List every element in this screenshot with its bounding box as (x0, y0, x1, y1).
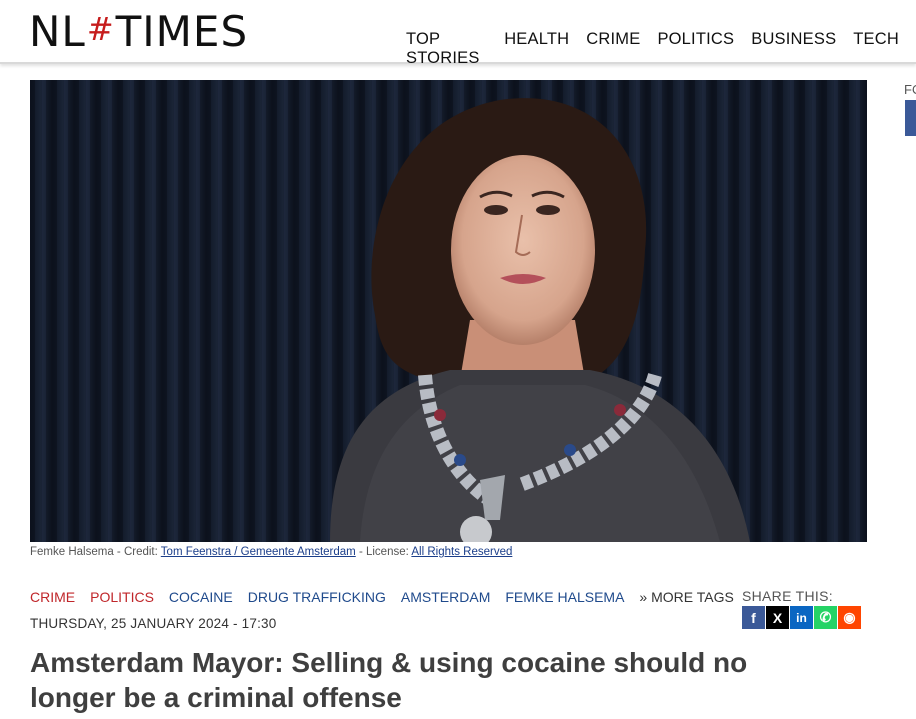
nav-top-stories[interactable]: TOP STORIES (406, 30, 487, 68)
share-label: SHARE THIS: (742, 588, 833, 604)
article-hero-image (30, 80, 867, 542)
sidebar-follow-label: FO (904, 82, 916, 97)
article-tags: CRIME POLITICS COCAINE DRUG TRAFFICKING … (30, 589, 749, 605)
whatsapp-share-button[interactable]: ✆ (814, 606, 837, 629)
tag-politics[interactable]: POLITICS (90, 589, 154, 605)
linkedin-share-button[interactable]: in (790, 606, 813, 629)
nav-business[interactable]: BUSINESS (751, 30, 836, 68)
nav-health[interactable]: HEALTH (504, 30, 569, 68)
nav-politics[interactable]: POLITICS (657, 30, 734, 68)
site-header: NL # TIMES TOP STORIES HEALTH CRIME POLITI… (0, 0, 916, 67)
tag-crime[interactable]: CRIME (30, 589, 75, 605)
portrait-photo (30, 80, 867, 542)
tag-cocaine[interactable]: COCAINE (169, 589, 233, 605)
main-nav: TOP STORIES HEALTH CRIME POLITICS BUSINE… (406, 30, 916, 68)
image-caption: Femke Halsema - Credit: Tom Feenstra / G… (30, 546, 512, 558)
site-logo[interactable]: NL # TIMES (29, 6, 248, 56)
x-icon: X (772, 609, 783, 626)
tag-drug-trafficking[interactable]: DRUG TRAFFICKING (248, 589, 386, 605)
logo-text-times: TIMES (115, 6, 249, 56)
facebook-share-button[interactable]: f (742, 606, 765, 629)
nav-crime[interactable]: CRIME (586, 30, 640, 68)
more-tags-link[interactable]: » MORE TAGS (639, 589, 733, 605)
caption-license-link[interactable]: All Rights Reserved (411, 546, 512, 558)
caption-license-prefix: - License: (355, 546, 412, 558)
article-date: THURSDAY, 25 JANUARY 2024 - 17:30 (30, 616, 277, 631)
linkedin-icon: in (796, 610, 807, 625)
x-share-button[interactable]: X (766, 606, 789, 629)
tag-femke-halsema[interactable]: FEMKE HALSEMA (505, 589, 624, 605)
caption-person: Femke Halsema (30, 546, 114, 558)
nav-tech[interactable]: TECH (853, 30, 899, 68)
caption-credit-link[interactable]: Tom Feenstra / Gemeente Amsterdam (161, 546, 356, 558)
logo-hash: # (86, 10, 115, 48)
caption-credit-prefix: - Credit: (113, 546, 161, 558)
whatsapp-icon: ✆ (819, 609, 832, 625)
tag-amsterdam[interactable]: AMSTERDAM (401, 589, 490, 605)
article-title: Amsterdam Mayor: Selling & using cocaine… (30, 647, 748, 713)
reddit-icon: ◉ (843, 609, 856, 625)
facebook-icon: f (751, 609, 756, 626)
sidebar-facebook-icon[interactable] (905, 100, 916, 136)
reddit-share-button[interactable]: ◉ (838, 606, 861, 629)
share-buttons: f X in ✆ ◉ (742, 606, 861, 629)
logo-text-nl: NL (29, 6, 86, 56)
